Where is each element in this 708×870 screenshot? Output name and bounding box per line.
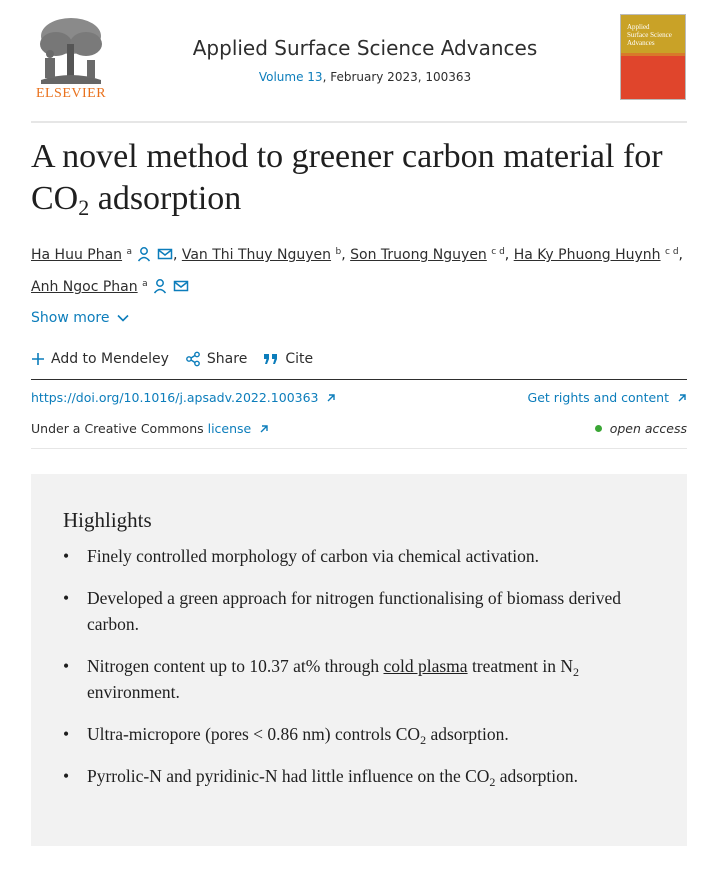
- journal-title[interactable]: Applied Surface Science Advances: [130, 36, 600, 60]
- share-icon: [186, 351, 200, 367]
- get-rights-link[interactable]: Get rights and content: [528, 390, 687, 405]
- show-more-button[interactable]: Show more: [31, 310, 130, 326]
- volume-link[interactable]: Volume 13: [259, 70, 323, 84]
- email-icon[interactable]: [173, 277, 189, 303]
- cold-plasma-link[interactable]: cold plasma: [383, 656, 467, 676]
- journal-cover-image[interactable]: Applied Surface Science Advances: [620, 14, 686, 100]
- highlights-list: Finely controlled morphology of carbon v…: [63, 543, 663, 805]
- issue-details: , February 2023, 100363: [322, 70, 472, 84]
- email-icon[interactable]: [157, 245, 173, 271]
- open-access-badge: open access: [594, 421, 687, 436]
- cite-button[interactable]: Cite: [263, 351, 313, 367]
- svg-text:Advances: Advances: [627, 39, 655, 47]
- quote-icon: [264, 354, 278, 364]
- license-link[interactable]: license: [208, 421, 252, 436]
- meta-divider: [31, 448, 687, 449]
- add-to-mendeley-button[interactable]: Add to Mendeley: [31, 351, 169, 367]
- share-button[interactable]: Share: [185, 351, 247, 367]
- doi-link[interactable]: https://doi.org/10.1016/j.apsadv.2022.10…: [31, 390, 336, 405]
- chevron-down-icon: [116, 314, 129, 322]
- issue-info: Volume 13, February 2023, 100363: [130, 70, 600, 84]
- affiliation-marker[interactable]: a: [127, 247, 133, 257]
- svg-text:Applied: Applied: [627, 23, 650, 31]
- person-icon[interactable]: [152, 277, 168, 303]
- actions-divider: [31, 379, 687, 380]
- affiliation-marker[interactable]: c d: [665, 247, 679, 257]
- affiliation-marker[interactable]: c d: [491, 247, 505, 257]
- license-statement: Under a Creative Commons license: [31, 421, 269, 436]
- list-item: Nitrogen content up to 10.37 at% through…: [63, 653, 663, 705]
- publisher-wordmark: ELSEVIER: [35, 86, 107, 101]
- article-actions: Add to Mendeley Share Cite: [31, 351, 313, 367]
- highlights-heading: Highlights: [63, 508, 152, 532]
- affiliation-marker[interactable]: b: [336, 247, 342, 257]
- header-divider: [31, 121, 687, 123]
- list-item: Finely controlled morphology of carbon v…: [63, 543, 663, 569]
- affiliation-marker[interactable]: a: [142, 279, 148, 289]
- author-link[interactable]: Son Truong Nguyen: [350, 247, 487, 263]
- author-list: Ha Huu Phan a , Van Thi Thuy Nguyen b, S…: [31, 239, 691, 303]
- external-link-icon: [678, 394, 686, 402]
- plus-icon: [32, 353, 44, 365]
- list-item: Pyrrolic-N and pyridinic-N had little in…: [63, 763, 663, 789]
- author-link[interactable]: Ha Ky Phuong Huynh: [514, 247, 661, 263]
- external-link-icon: [327, 394, 336, 402]
- svg-text:Surface Science: Surface Science: [627, 31, 672, 39]
- author-link[interactable]: Ha Huu Phan: [31, 247, 122, 263]
- list-item: Developed a green approach for nitrogen …: [63, 585, 663, 637]
- external-link-icon: [260, 425, 268, 433]
- open-access-dot-icon: [594, 425, 602, 432]
- author-link[interactable]: Anh Ngoc Phan: [31, 279, 138, 295]
- author-link[interactable]: Van Thi Thuy Nguyen: [182, 247, 331, 263]
- person-icon[interactable]: [136, 245, 152, 271]
- article-title: A novel method to greener carbon materia…: [31, 138, 663, 220]
- list-item: Ultra-micropore (pores < 0.86 nm) contro…: [63, 721, 663, 747]
